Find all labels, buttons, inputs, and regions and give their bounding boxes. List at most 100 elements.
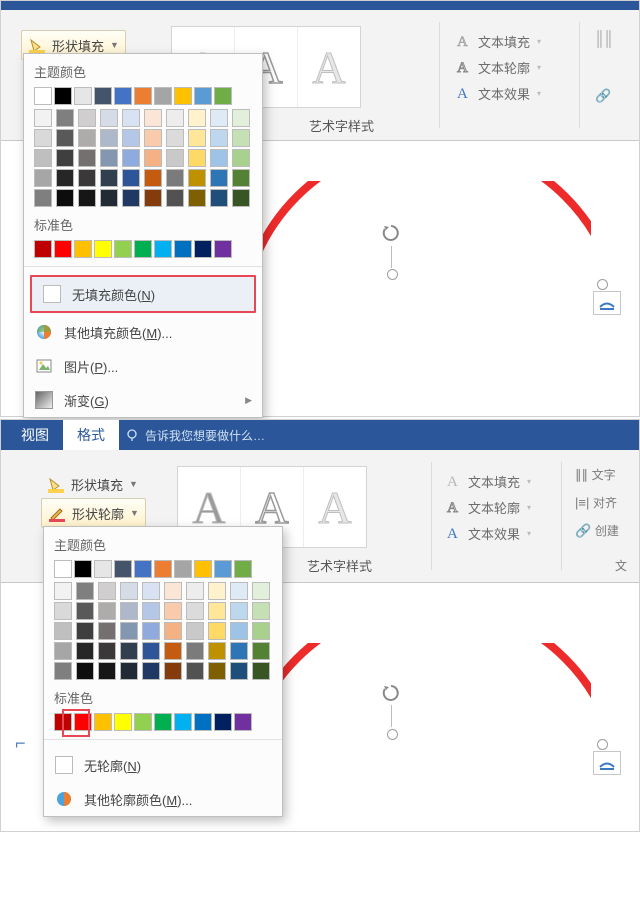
color-swatch[interactable] xyxy=(208,662,226,680)
color-swatch[interactable] xyxy=(194,560,212,578)
create-link-button[interactable]: 🔗 创建 xyxy=(575,522,619,539)
color-swatch[interactable] xyxy=(214,87,232,105)
color-swatch[interactable] xyxy=(214,560,232,578)
color-swatch[interactable] xyxy=(154,560,172,578)
selection-handle[interactable] xyxy=(387,269,398,280)
color-swatch[interactable] xyxy=(54,582,72,600)
color-swatch[interactable] xyxy=(188,149,206,167)
color-swatch[interactable] xyxy=(166,149,184,167)
shape-outline-button[interactable]: 形状轮廓 ▼ xyxy=(41,498,146,528)
color-swatch[interactable] xyxy=(142,642,160,660)
color-swatch[interactable] xyxy=(188,189,206,207)
color-swatch[interactable] xyxy=(164,662,182,680)
color-swatch[interactable] xyxy=(154,240,172,258)
text-direction-button[interactable]: ∥∥ 文字 xyxy=(575,466,616,483)
color-swatch[interactable] xyxy=(232,149,250,167)
color-swatch[interactable] xyxy=(208,582,226,600)
text-outline-button[interactable]: A文本轮廓▾ xyxy=(445,494,531,520)
color-swatch[interactable] xyxy=(174,713,192,731)
color-swatch[interactable] xyxy=(120,602,138,620)
color-swatch[interactable] xyxy=(210,169,228,187)
anchor-icon[interactable] xyxy=(593,291,621,315)
color-swatch[interactable] xyxy=(232,109,250,127)
color-swatch[interactable] xyxy=(54,602,72,620)
color-swatch[interactable] xyxy=(174,560,192,578)
color-swatch[interactable] xyxy=(234,560,252,578)
color-swatch[interactable] xyxy=(208,602,226,620)
color-swatch[interactable] xyxy=(164,642,182,660)
color-swatch[interactable] xyxy=(232,169,250,187)
color-swatch[interactable] xyxy=(252,662,270,680)
color-swatch[interactable] xyxy=(188,169,206,187)
color-swatch[interactable] xyxy=(232,129,250,147)
color-swatch[interactable] xyxy=(122,109,140,127)
anchor-icon[interactable] xyxy=(593,751,621,775)
color-swatch[interactable] xyxy=(54,560,72,578)
link-icon[interactable]: 🔗 xyxy=(595,88,611,104)
color-swatch[interactable] xyxy=(142,602,160,620)
color-swatch[interactable] xyxy=(252,642,270,660)
color-swatch[interactable] xyxy=(194,240,212,258)
color-swatch[interactable] xyxy=(186,662,204,680)
color-swatch[interactable] xyxy=(210,109,228,127)
color-swatch[interactable] xyxy=(114,87,132,105)
rotate-handle-icon[interactable] xyxy=(381,223,401,243)
color-swatch[interactable] xyxy=(74,560,92,578)
color-swatch[interactable] xyxy=(144,169,162,187)
text-effects-button[interactable]: A 文本效果▾ xyxy=(455,80,541,106)
color-swatch[interactable] xyxy=(122,169,140,187)
color-swatch[interactable] xyxy=(98,642,116,660)
color-swatch[interactable] xyxy=(210,189,228,207)
gradient-fill-item[interactable]: 渐变(G) ▶ xyxy=(24,383,262,417)
color-swatch[interactable] xyxy=(252,602,270,620)
color-swatch[interactable] xyxy=(214,713,232,731)
text-direction-icon[interactable]: ∥∥ xyxy=(595,28,613,49)
color-swatch[interactable] xyxy=(230,642,248,660)
color-swatch[interactable] xyxy=(76,582,94,600)
no-outline-item[interactable]: 无轮廓(N) xyxy=(44,748,282,782)
color-swatch[interactable] xyxy=(194,713,212,731)
color-swatch[interactable] xyxy=(164,622,182,640)
color-swatch[interactable] xyxy=(56,129,74,147)
color-swatch[interactable] xyxy=(114,240,132,258)
color-swatch[interactable] xyxy=(144,109,162,127)
color-swatch[interactable] xyxy=(186,582,204,600)
color-swatch[interactable] xyxy=(56,109,74,127)
color-swatch[interactable] xyxy=(98,622,116,640)
color-swatch[interactable] xyxy=(94,560,112,578)
rotate-handle-icon[interactable] xyxy=(381,683,401,703)
color-swatch[interactable] xyxy=(252,622,270,640)
color-swatch[interactable] xyxy=(78,189,96,207)
color-swatch[interactable] xyxy=(54,622,72,640)
color-swatch[interactable] xyxy=(186,642,204,660)
color-swatch[interactable] xyxy=(186,622,204,640)
color-swatch[interactable] xyxy=(232,189,250,207)
selection-handle[interactable] xyxy=(387,729,398,740)
color-swatch[interactable] xyxy=(230,582,248,600)
color-swatch[interactable] xyxy=(76,622,94,640)
color-swatch[interactable] xyxy=(134,240,152,258)
selection-handle[interactable] xyxy=(597,739,608,750)
color-swatch[interactable] xyxy=(154,713,172,731)
color-swatch[interactable] xyxy=(114,560,132,578)
color-swatch[interactable] xyxy=(120,582,138,600)
color-swatch[interactable] xyxy=(34,109,52,127)
color-swatch[interactable] xyxy=(56,189,74,207)
color-swatch[interactable] xyxy=(134,713,152,731)
text-fill-button[interactable]: A 文本填充▾ xyxy=(455,28,541,54)
color-swatch[interactable] xyxy=(230,602,248,620)
color-swatch[interactable] xyxy=(194,87,212,105)
color-swatch[interactable] xyxy=(100,109,118,127)
color-swatch[interactable] xyxy=(74,240,92,258)
color-swatch[interactable] xyxy=(76,662,94,680)
color-swatch[interactable] xyxy=(166,109,184,127)
color-swatch[interactable] xyxy=(166,189,184,207)
color-swatch[interactable] xyxy=(144,129,162,147)
tab-view[interactable]: 视图 xyxy=(15,420,63,450)
color-swatch[interactable] xyxy=(210,129,228,147)
color-swatch[interactable] xyxy=(54,240,72,258)
color-swatch[interactable] xyxy=(154,87,172,105)
color-swatch[interactable] xyxy=(188,109,206,127)
color-swatch[interactable] xyxy=(186,602,204,620)
text-fill-button[interactable]: A文本填充▾ xyxy=(445,468,531,494)
